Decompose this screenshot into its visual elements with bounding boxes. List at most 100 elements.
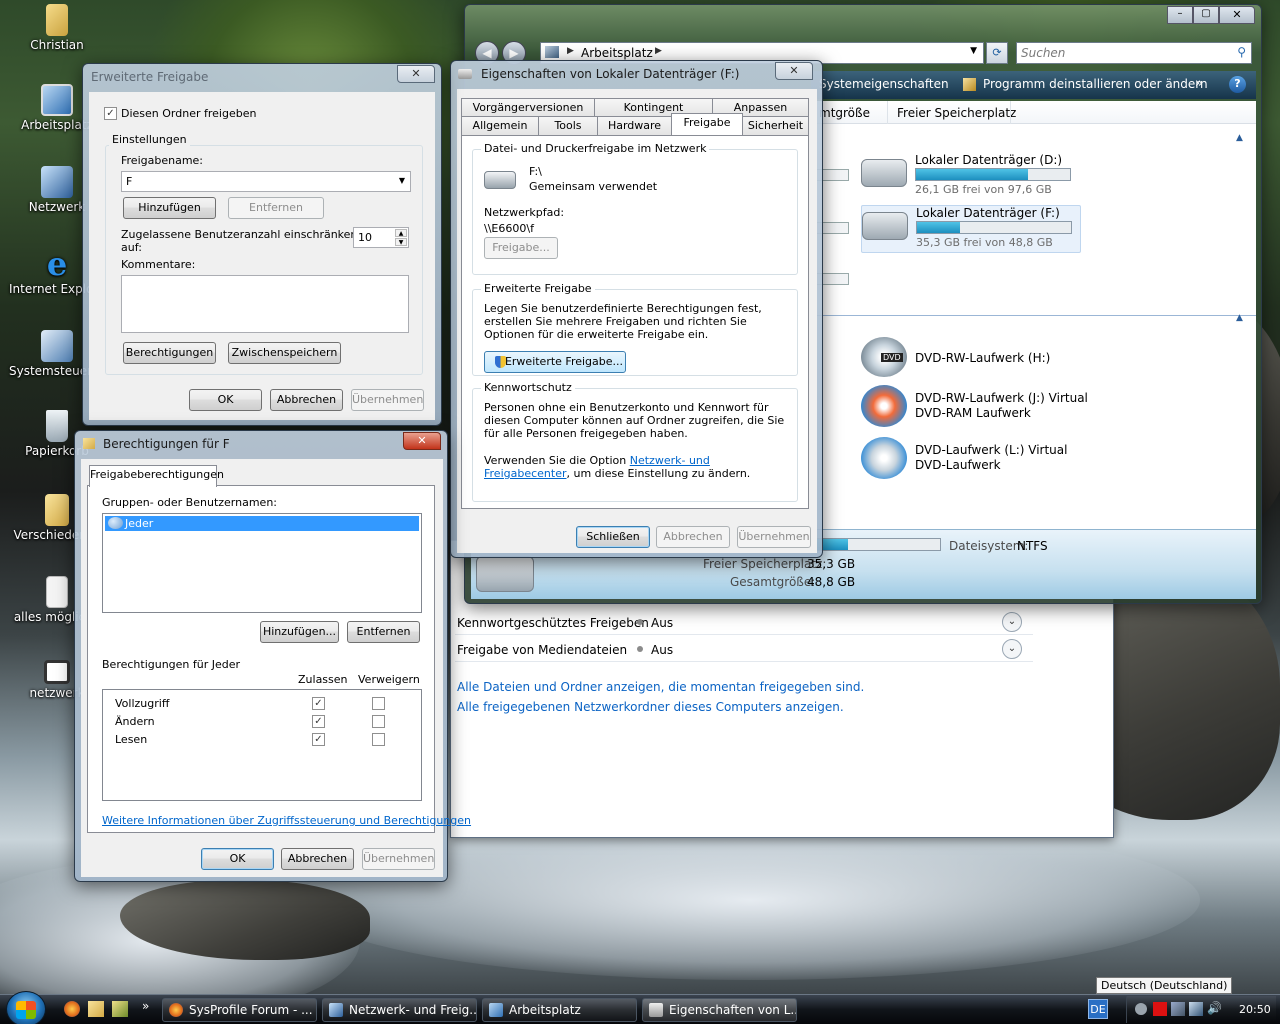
apply-button[interactable]: Übernehmen [351,389,424,411]
expand-chevron-icon[interactable]: ⌄ [1002,612,1022,632]
user-name: Jeder [125,517,154,530]
tab-hardware[interactable]: Hardware [597,116,672,136]
cancel-button[interactable]: Abbrechen [270,389,343,411]
ok-button[interactable]: OK [189,389,262,411]
cancel-button[interactable]: Abbrechen [281,848,354,870]
network-tray-icon[interactable] [1189,1002,1203,1016]
breadcrumb-chevron-icon: ▶ [567,46,574,56]
table-row: Vollzugriff ✓ [103,695,421,713]
user-limit-value: 10 [358,231,372,244]
add-share-button[interactable]: Hinzufügen [123,197,216,219]
expand-chevron-icon[interactable]: ⌄ [1002,639,1022,659]
share-folder-label: Diesen Ordner freigeben [121,107,257,120]
search-icon[interactable]: ⚲ [1237,45,1246,59]
antivirus-icon[interactable] [1153,1002,1167,1016]
cancel-button[interactable]: Abbrechen [656,526,730,548]
tray-icon[interactable] [1135,1003,1147,1015]
caching-button[interactable]: Zwischenspeichern [228,342,341,364]
tab-share-permissions[interactable]: Freigabeberechtigungen [89,465,224,487]
language-indicator[interactable]: DE [1088,999,1108,1019]
apply-button[interactable]: Übernehmen [362,848,435,870]
users-label: Gruppen- oder Benutzernamen: [102,496,278,509]
access-control-info-link[interactable]: Weitere Informationen über Zugriffssteue… [102,814,471,827]
search-input[interactable]: Suchen ⚲ [1016,42,1252,64]
collapse-group-icon[interactable]: ▲ [1236,313,1243,323]
remove-share-button[interactable]: Entfernen [228,197,324,219]
close-icon[interactable]: ✕ [403,432,441,450]
taskbar-button-properties[interactable]: Eigenschaften von L... [642,998,797,1022]
tab-security[interactable]: Sicherheit [742,116,809,136]
dvd-drive-l[interactable]: DVD-Laufwerk (L:) Virtual DVD-Laufwerk [861,437,1101,481]
list-item[interactable]: Jeder [105,516,419,531]
comments-textarea[interactable] [121,275,409,333]
uninstall-program-button[interactable]: Programm deinstallieren oder ändern [983,77,1208,91]
users-listbox[interactable]: Jeder [102,513,422,613]
tray-icon[interactable] [1171,1002,1185,1016]
allow-checkbox[interactable]: ✓ [312,715,325,728]
ok-button[interactable]: OK [201,848,274,870]
clock[interactable]: 20:50 [1239,1003,1271,1016]
close-icon[interactable]: ✕ [1219,6,1255,24]
close-icon[interactable]: ✕ [775,62,813,80]
taskbar-button-firefox[interactable]: SysProfile Forum - ... [162,998,317,1022]
user-limit-stepper[interactable]: 10 ▲ ▼ [353,227,409,248]
language-tooltip: Deutsch (Deutschland) [1096,977,1233,994]
tab-sharing[interactable]: Freigabe [671,113,743,135]
desktop-icon-user-folder[interactable]: Christian [9,4,105,52]
firefox-icon[interactable] [64,1001,80,1017]
collapse-group-icon[interactable]: ▲ [1236,133,1243,143]
dialog-client: Vorgängerversionen Kontingent Anpassen A… [457,89,817,553]
share-folder-checkbox[interactable]: ✓ [104,107,117,120]
deny-checkbox[interactable] [372,697,385,710]
deny-checkbox[interactable] [372,733,385,746]
permissions-button[interactable]: Berechtigungen [123,342,216,364]
volume-icon[interactable]: 🔊 [1207,1001,1222,1015]
sharing-row-value: Aus [651,643,674,657]
column-header-total-size[interactable]: mtgröße [819,106,870,120]
drive-name: Lokaler Datenträger (F:) [916,206,1060,220]
users-group-icon [108,517,123,529]
deny-checkbox[interactable] [372,715,385,728]
share-button[interactable]: Freigabe... [484,237,558,259]
minimize-icon[interactable]: – [1167,6,1193,24]
taskbar-button-network-center[interactable]: Netzwerk- und Freig... [322,998,477,1022]
stepper-up-icon[interactable]: ▲ [395,229,407,237]
drive-item-f[interactable]: Lokaler Datenträger (F:) 35,3 GB frei vo… [861,205,1081,253]
close-icon[interactable]: ✕ [397,65,435,83]
column-header-free-space[interactable]: Freier Speicherplatz [897,106,1016,120]
stepper-down-icon[interactable]: ▼ [395,238,407,246]
tab-previous-versions[interactable]: Vorgängerversionen [461,98,595,118]
properties-dialog: Eigenschaften von Lokaler Datenträger (F… [450,60,823,558]
quicklaunch-overflow-button[interactable]: » [142,999,149,1013]
quicklaunch-icon[interactable] [88,1001,104,1017]
advanced-sharing-button[interactable]: Erweiterte Freigabe... [484,351,626,373]
add-user-button[interactable]: Hinzufügen... [260,621,339,643]
share-name-combobox[interactable]: F ▼ [121,171,411,192]
group-title: Erweiterte Freigabe [481,282,595,295]
toolbar-overflow-button[interactable]: » [1195,76,1203,91]
show-shared-files-link[interactable]: Alle Dateien und Ordner anzeigen, die mo… [457,680,864,694]
allow-checkbox[interactable]: ✓ [312,697,325,710]
deny-column-header: Verweigern [358,673,420,686]
taskbar-button-label: SysProfile Forum - ... [189,1003,313,1017]
hint-text: Verwenden Sie die Option [484,454,630,467]
show-shared-folders-link[interactable]: Alle freigegebenen Netzwerkordner dieses… [457,700,844,714]
permissions-for-label: Berechtigungen für Jeder [102,658,241,671]
drive-item-d[interactable]: Lokaler Datenträger (D:) 26,1 GB frei vo… [861,153,1081,199]
tab-tools[interactable]: Tools [538,116,598,136]
apply-button[interactable]: Übernehmen [737,526,811,548]
taskbar-button-computer[interactable]: Arbeitsplatz [482,998,637,1022]
chevron-down-icon[interactable]: ▼ [970,46,977,56]
system-properties-button[interactable]: Systemeigenschaften [819,77,949,91]
help-icon[interactable]: ? [1229,76,1246,93]
maximize-icon[interactable]: ▢ [1193,6,1219,24]
desktop-icon-label: Christian [30,38,84,52]
dvd-drive-j[interactable]: DVD-RW-Laufwerk (J:) Virtual DVD-RAM Lau… [861,385,1101,429]
tab-general[interactable]: Allgemein [461,116,539,136]
refresh-icon[interactable]: ⟳ [986,42,1008,64]
dvd-drive-h[interactable]: DVD DVD-RW-Laufwerk (H:) [861,337,1101,379]
remove-user-button[interactable]: Entfernen [347,621,420,643]
close-button[interactable]: Schließen [576,526,650,548]
allow-checkbox[interactable]: ✓ [312,733,325,746]
quicklaunch-icon[interactable] [112,1001,128,1017]
